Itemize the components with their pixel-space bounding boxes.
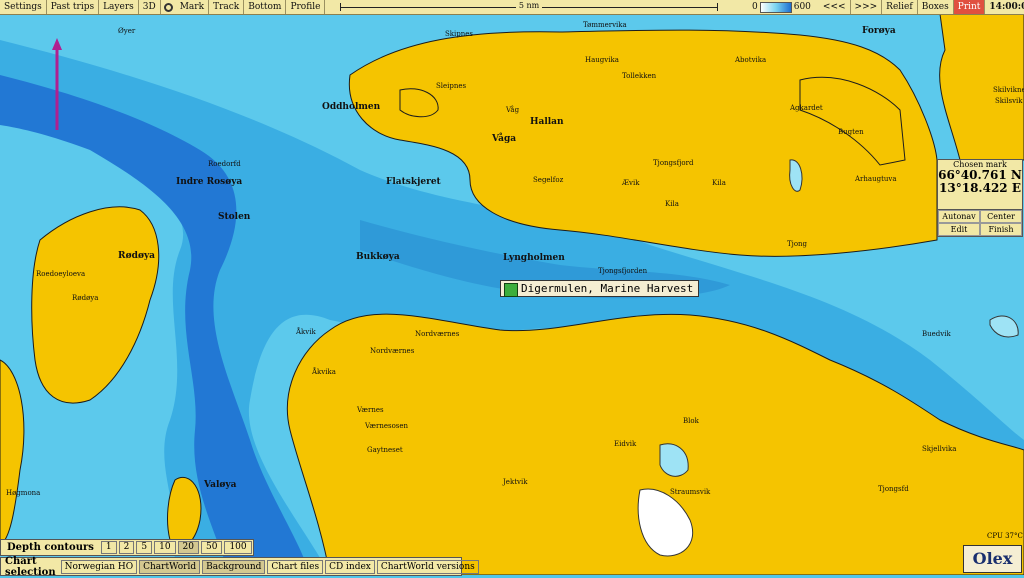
place-label: Skjellvika [922,445,956,453]
place-label: Nordværnes [370,347,415,355]
place-label: Tollekken [622,72,657,80]
autonav-button[interactable]: Autonav [938,210,980,223]
place-label: Flatskjeret [386,177,442,187]
chosen-mark-panel: Chosen mark 66°40.761 N 13°18.422 E Auto… [937,159,1023,237]
place-label: Hallan [530,117,564,127]
longitude: 13°18.422 E [939,181,1021,195]
place-label: Roedorfd [208,160,241,168]
place-label: Tjong [787,240,808,248]
contour-50[interactable]: 50 [201,541,223,554]
scale-bar: 5 nm [340,0,718,14]
place-label: Våga [491,132,516,144]
contour-100[interactable]: 100 [224,541,252,554]
place-label: Eidvik [614,440,637,448]
depth-min-label: 0 [752,2,758,12]
place-label: Kila [712,179,726,187]
chart-files[interactable]: Chart files [267,559,324,574]
place-label: Oddholmen [322,102,381,112]
boxes-button[interactable]: Boxes [918,0,954,14]
mark-button[interactable]: Mark [176,0,210,14]
relief-button[interactable]: Relief [882,0,918,14]
chart-selection-title: Chart selection [5,555,56,578]
print-button[interactable]: Print [953,0,986,14]
place-label: Åkvika [311,367,336,376]
profile-button[interactable]: Profile [286,0,326,14]
depth-contours-bar: Depth contours 1 2 5 10 20 50 100 [0,539,254,556]
scale-label: 5 nm [515,1,543,10]
fish-farm-icon [504,283,518,297]
place-label: Ævik [621,179,640,187]
place-label: Nordværnes [415,330,460,338]
finish-button[interactable]: Finish [980,223,1022,236]
place-label: Skilvikneset [993,86,1024,94]
place-label: Forøya [862,26,896,36]
place-label: Haugvika [585,56,619,64]
back-button[interactable]: <<< [819,0,851,14]
target-icon[interactable] [163,2,173,12]
chart-selection-bar: Chart selection Norwegian HO ChartWorld … [0,555,479,578]
depth-gradient [759,1,792,13]
place-label: Åkvik [295,327,316,336]
place-label: Stolen [218,212,251,222]
place-label: Værnes [356,406,384,414]
cpu-temperature: CPU 37°C [987,532,1023,540]
layers-button[interactable]: Layers [99,0,139,14]
place-label: Kila [665,200,679,208]
chart-norwegian-ho[interactable]: Norwegian HO [60,559,138,574]
place-label: Straumsvik [670,488,711,496]
3d-button[interactable]: 3D [139,0,161,14]
place-label: Arhaugtuva [854,175,897,183]
center-button[interactable]: Center [980,210,1022,223]
chart-chartworld-versions[interactable]: ChartWorld versions [376,559,479,574]
place-label: Indre Rosøya [176,177,242,187]
placemark-label: Digermulen, Marine Harvest [521,282,694,295]
chart-chartworld[interactable]: ChartWorld [139,559,201,574]
place-label: Agkardet [789,104,823,112]
place-label: Tømmervika [583,21,627,29]
place-label: Tjongsfjord [653,159,694,167]
place-label: Rødøya [118,251,155,261]
settings-button[interactable]: Settings [0,0,47,14]
place-label: Jektvik [502,478,528,486]
place-label: Blok [683,417,700,425]
place-label: Værnesosen [364,422,409,430]
place-label: Tjongsfjorden [598,267,648,275]
place-label: Høgmona [6,489,40,497]
depth-contours-title: Depth contours [7,542,94,553]
place-label: Skilsvik [995,97,1023,105]
place-label: Gaytneset [367,446,403,454]
contour-2[interactable]: 2 [118,541,135,554]
placemark[interactable]: Digermulen, Marine Harvest [500,280,700,297]
place-label: Øyer [118,27,136,35]
olex-logo[interactable]: Olex [963,545,1022,573]
depth-max-label: 600 [793,2,811,12]
chart-cd-index[interactable]: CD index [325,559,375,574]
contour-20[interactable]: 20 [177,541,199,554]
past-trips-button[interactable]: Past trips [47,0,100,14]
contour-1[interactable]: 1 [100,541,117,554]
place-label: Skipnes [445,30,473,38]
place-label: Roedoeyloeva [36,270,85,278]
place-label: Bukkøya [356,252,400,262]
chart-background[interactable]: Background [202,559,266,574]
bottom-button[interactable]: Bottom [244,0,287,14]
track-button[interactable]: Track [209,0,245,14]
place-label: Lyngholmen [503,253,565,263]
place-label: Rødøya [72,294,98,302]
contour-5[interactable]: 5 [136,541,153,554]
place-label: Tjongsfd [878,485,909,493]
place-label: Valøya [203,480,237,490]
place-label: Segelfoz [533,176,564,184]
clock: 14:00:03 [985,0,1024,14]
place-label: Våg [505,105,520,114]
edit-button[interactable]: Edit [938,223,980,236]
place-label: Abotvika [734,56,766,64]
place-label: Sleipnes [436,82,467,90]
place-label: Bugten [838,128,864,136]
place-label: Buedvik [922,330,951,338]
top-toolbar: Settings Past trips Layers 3D Mark Track… [0,0,1024,15]
forward-button[interactable]: >>> [851,0,883,14]
contour-10[interactable]: 10 [154,541,176,554]
